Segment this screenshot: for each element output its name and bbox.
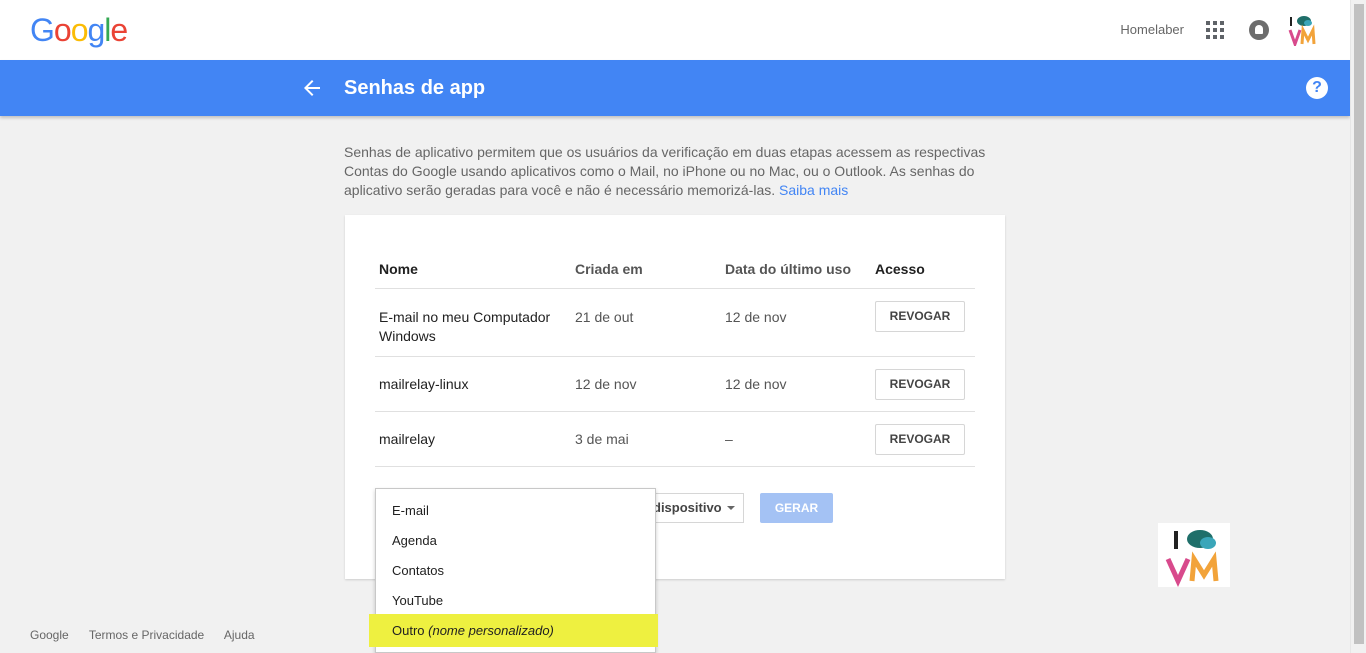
logo-letter: g [87,12,105,48]
apps-grid-icon[interactable] [1206,21,1224,39]
dropdown-option-calendar[interactable]: Agenda [376,526,655,556]
page-title: Senhas de app [344,77,486,99]
footer: Google Termos e Privacidade Ajuda [30,628,272,642]
title-bar: Senhas de app ? [0,60,1350,116]
created-date: 3 de mai [575,431,629,447]
dropdown-option-contacts[interactable]: Contatos [376,556,655,586]
avatar[interactable] [1288,14,1322,46]
logo-letter: e [110,12,128,48]
app-select-dropdown[interactable]: E-mail Agenda Contatos YouTube Outro (no… [369,488,658,653]
description-text: Senhas de aplicativo permitem que os usu… [344,144,986,198]
footer-link-google[interactable]: Google [30,628,69,642]
created-date: 12 de nov [575,376,637,392]
watermark-logo [1158,523,1230,587]
top-bar: Google Homelaber [0,0,1366,60]
other-option-label: Outro [392,623,425,638]
dropdown-option-youtube[interactable]: YouTube [376,586,655,616]
dropdown-option-other[interactable]: Outro (nome personalizado) [369,614,658,647]
column-header-access: Acesso [875,261,925,277]
app-name: mailrelay-linux [379,376,469,392]
logo-letter: o [53,12,72,48]
scrollbar[interactable] [1350,0,1366,653]
table-row: mailrelay-linux 12 de nov 12 de nov REVO… [375,357,975,412]
table-row: E-mail no meu Computador Windows 21 de o… [375,289,975,357]
table-row: mailrelay 3 de mai – REVOGAR [375,412,975,467]
dropdown-option-email[interactable]: E-mail [376,496,655,526]
revoke-button[interactable]: REVOGAR [875,369,965,400]
logo-letter: o [70,12,89,48]
google-logo[interactable]: Google [30,12,128,49]
revoke-button[interactable]: REVOGAR [875,424,965,455]
logo-letter: G [30,12,55,48]
scrollbar-thumb[interactable] [1354,4,1364,644]
help-icon[interactable]: ? [1306,77,1328,99]
last-used-date: – [725,431,733,447]
generate-button[interactable]: GERAR [760,493,833,523]
footer-link-help[interactable]: Ajuda [224,628,255,642]
chevron-down-icon [727,506,735,510]
created-date: 21 de out [575,309,634,325]
learn-more-link[interactable]: Saiba mais [779,182,848,198]
device-select-label: dispositivo [653,500,722,515]
back-arrow-icon[interactable] [300,76,324,100]
page-description: Senhas de aplicativo permitem que os usu… [344,143,1006,200]
app-name: E-mail no meu Computador Windows [379,309,551,344]
last-used-date: 12 de nov [725,309,787,325]
column-header-name: Nome [379,261,418,277]
last-used-date: 12 de nov [725,376,787,392]
column-header-last-used: Data do último uso [725,261,851,277]
account-name[interactable]: Homelaber [1120,22,1184,37]
revoke-button[interactable]: REVOGAR [875,301,965,332]
other-option-hint: (nome personalizado) [428,623,554,638]
column-header-created: Criada em [575,261,643,277]
table-header-row: Nome Criada em Data do último uso Acesso [375,247,975,289]
notifications-bell-icon[interactable] [1249,20,1269,40]
app-passwords-table: Nome Criada em Data do último uso Acesso… [375,247,975,467]
app-name: mailrelay [379,431,436,447]
footer-link-terms[interactable]: Termos e Privacidade [89,628,204,642]
